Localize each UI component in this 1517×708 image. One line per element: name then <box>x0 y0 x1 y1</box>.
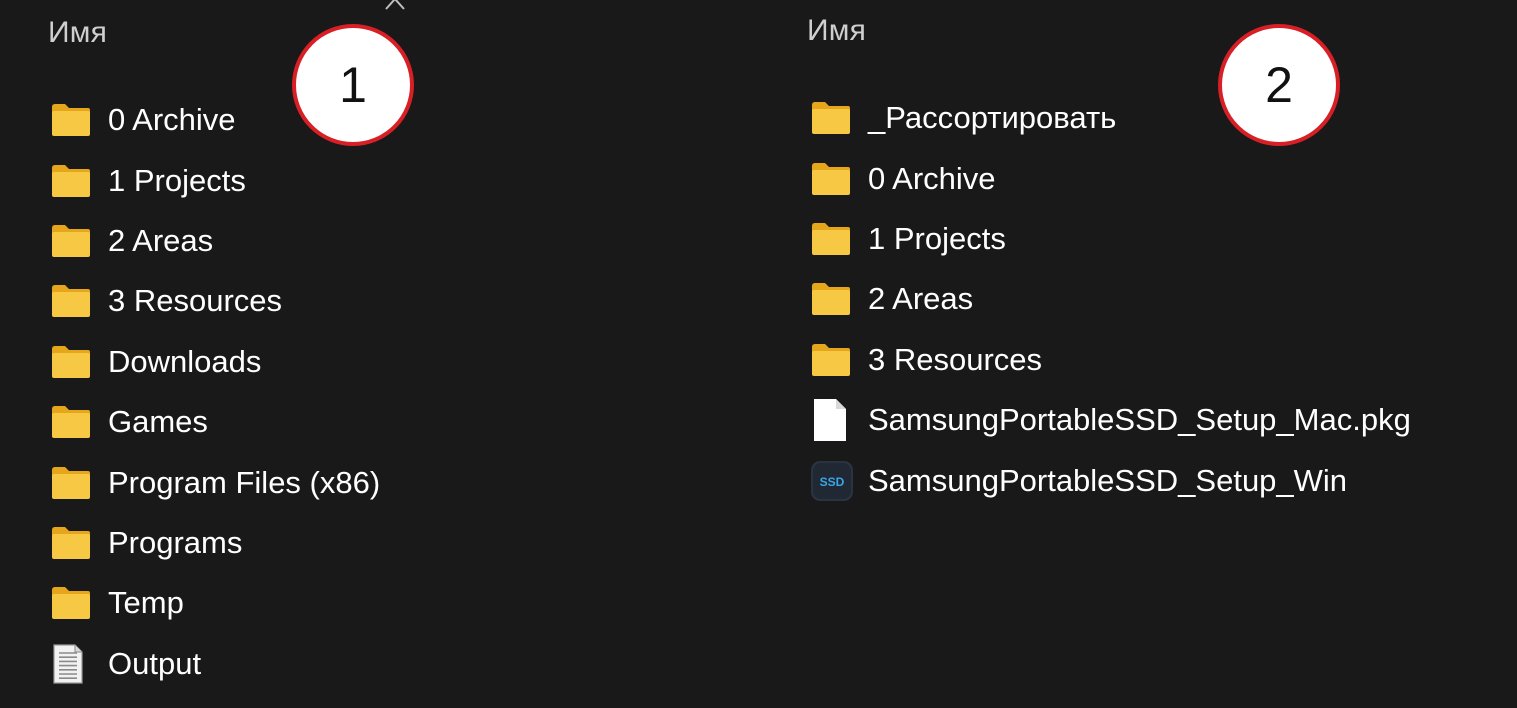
item-name: Temp <box>108 585 184 621</box>
folder-item[interactable]: 1 Projects <box>0 150 380 210</box>
folder-icon <box>50 580 96 626</box>
sort-ascending-icon[interactable] <box>384 0 406 11</box>
item-name: Output <box>108 645 202 681</box>
folder-item[interactable]: 2 Areas <box>0 211 380 271</box>
item-name: 1 Projects <box>108 162 246 198</box>
item-name: 2 Areas <box>108 222 214 258</box>
number-badge-1: 1 <box>292 24 414 146</box>
folder-icon <box>50 158 96 204</box>
text-document-icon <box>50 641 96 687</box>
folder-item[interactable]: Program Files (x86) <box>0 452 380 512</box>
file-item[interactable]: SamsungPortableSSD_Setup_Mac.pkg <box>760 390 1411 450</box>
file-list: 0 Archive 1 Projects 2 Areas 3 Resources Dow… <box>0 90 380 694</box>
item-name: 3 Resources <box>868 341 1043 377</box>
folder-item[interactable]: 1 Projects <box>760 209 1411 269</box>
folder-icon <box>810 95 856 141</box>
item-name: _Рассортировать <box>868 100 1117 136</box>
file-pane-2: Имя _Рассортировать 0 Archive 1 Projects 2 … <box>760 0 1517 708</box>
ssd-app-icon: SSD <box>810 458 856 504</box>
number-badge-2: 2 <box>1218 24 1340 146</box>
item-name: SamsungPortableSSD_Setup_Mac.pkg <box>868 402 1411 438</box>
item-name: Program Files (x86) <box>108 464 381 500</box>
folder-item[interactable]: Programs <box>0 513 380 573</box>
item-name: 2 Areas <box>868 281 974 317</box>
file-list: _Рассортировать 0 Archive 1 Projects 2 Area… <box>760 88 1411 511</box>
folder-icon <box>810 216 856 262</box>
item-name: 0 Archive <box>868 160 996 196</box>
folder-icon <box>810 276 856 322</box>
column-header-name[interactable]: Имя <box>807 14 866 48</box>
folder-icon <box>50 399 96 445</box>
folder-icon <box>50 278 96 324</box>
item-name: 3 Resources <box>108 283 283 319</box>
item-name: Games <box>108 404 208 440</box>
column-header-name[interactable]: Имя <box>48 16 107 50</box>
item-name: SamsungPortableSSD_Setup_Win <box>868 462 1348 498</box>
item-name: Programs <box>108 524 243 560</box>
item-name: Downloads <box>108 343 262 379</box>
file-item[interactable]: SSD SamsungPortableSSD_Setup_Win <box>760 450 1411 510</box>
folder-icon <box>50 218 96 264</box>
blank-file-icon <box>810 397 856 443</box>
item-name: 1 Projects <box>868 220 1006 256</box>
folder-icon <box>810 337 856 383</box>
folder-icon <box>50 97 96 143</box>
folder-icon <box>50 520 96 566</box>
folder-item[interactable]: Downloads <box>0 332 380 392</box>
folder-icon <box>50 339 96 385</box>
file-item[interactable]: Output <box>0 634 380 694</box>
folder-icon <box>50 460 96 506</box>
folder-item[interactable]: 3 Resources <box>760 330 1411 390</box>
folder-item[interactable]: 3 Resources <box>0 271 380 331</box>
folder-item[interactable]: 2 Areas <box>760 269 1411 329</box>
item-name: 0 Archive <box>108 102 236 138</box>
folder-item[interactable]: Games <box>0 392 380 452</box>
svg-text:SSD: SSD <box>820 475 845 489</box>
folder-item[interactable]: 0 Archive <box>760 148 1411 208</box>
folder-icon <box>810 156 856 202</box>
folder-item[interactable]: Temp <box>0 573 380 633</box>
